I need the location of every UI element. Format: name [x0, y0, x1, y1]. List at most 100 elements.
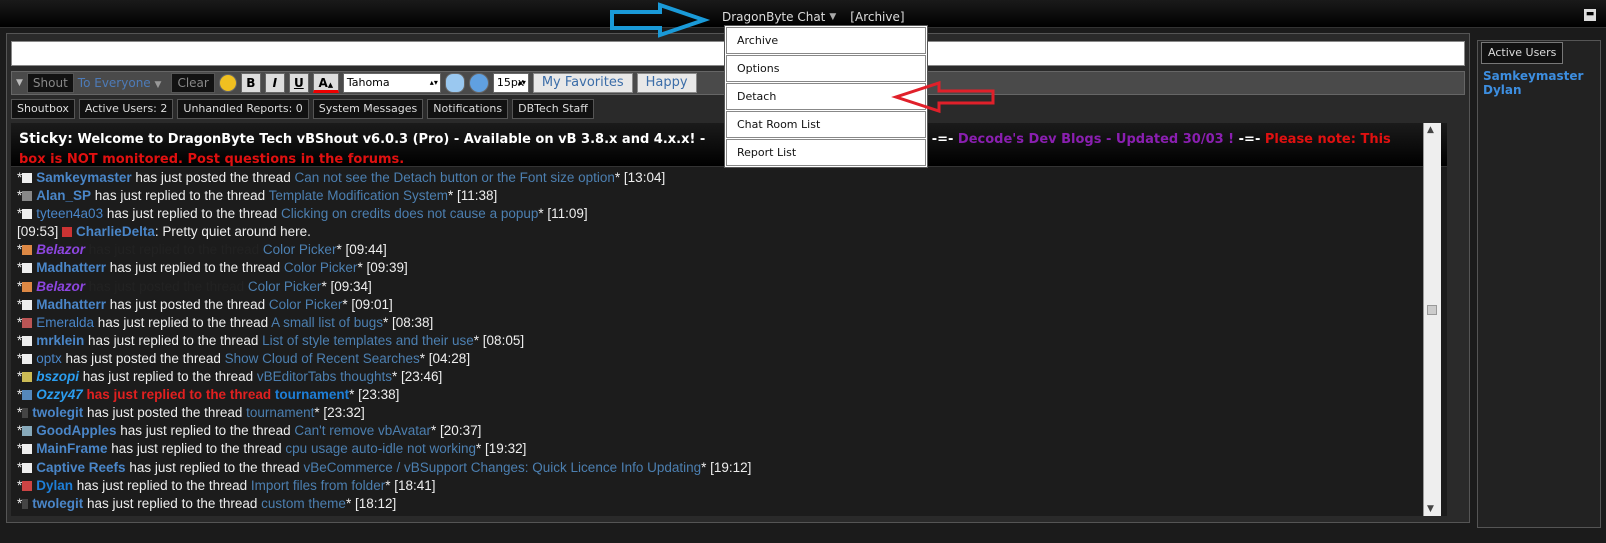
message-user[interactable]: Dylan — [36, 478, 73, 493]
message-action: has just replied to the thread — [82, 387, 275, 403]
avatar — [22, 281, 33, 292]
message-user[interactable]: optx — [36, 351, 62, 366]
target-label[interactable]: To Everyone — [78, 76, 151, 90]
message-user[interactable]: Belazor — [36, 279, 85, 294]
chat-title-text[interactable]: DragonByte Chat — [722, 10, 825, 24]
message-time: * [19:32] — [476, 441, 527, 457]
message-thread-link[interactable]: vBeCommerce / vBSupport Changes: Quick L… — [303, 460, 701, 475]
sticky-welcome: Welcome to DragonByte Tech vBShout v6.0.… — [77, 132, 706, 147]
scroll-down-icon[interactable]: ▼ — [1427, 504, 1434, 514]
tab-active-users-side[interactable]: Active Users — [1481, 42, 1564, 64]
chevron-down-icon[interactable]: ▼ — [829, 12, 836, 22]
target-select[interactable]: To Everyone ▼ — [78, 76, 162, 90]
shout-button[interactable]: Shout — [26, 73, 74, 93]
message-user[interactable]: Samkeymaster — [36, 170, 131, 185]
my-favorites-button[interactable]: My Favorites — [532, 73, 633, 93]
message-user[interactable]: mrklein — [36, 333, 84, 348]
tab-system-messages[interactable]: System Messages — [312, 99, 424, 119]
font-name-select[interactable]: Tahoma ▴▾ — [342, 73, 441, 93]
chat-title[interactable]: DragonByte Chat ▼ [Archive] — [722, 10, 905, 24]
message-thread-link[interactable]: Show Cloud of Recent Searches — [225, 351, 420, 366]
tab-active-users[interactable]: Active Users: 2 — [78, 99, 174, 119]
active-users-panel: Active Users Samkeymaster Dylan — [1477, 40, 1601, 528]
message-thread-link[interactable]: tournament — [246, 405, 314, 420]
message-user[interactable]: Madhatterr — [36, 260, 106, 275]
message-thread-link[interactable]: Color Picker — [263, 242, 337, 257]
chat-bubble-icon[interactable] — [444, 73, 465, 93]
message-time: * [19:12] — [701, 459, 752, 475]
tab-notifications[interactable]: Notifications — [427, 99, 509, 119]
message-user[interactable]: CharlieDelta — [76, 224, 155, 239]
minus-icon[interactable]: ▬ — [1584, 9, 1596, 21]
message-user[interactable]: twolegit — [32, 405, 83, 420]
message-time: * [23:46] — [391, 369, 443, 385]
message-row: * Madhatterr has just replied to the thre… — [17, 259, 1447, 277]
happy-button[interactable]: Happy — [636, 73, 697, 93]
chevron-down-icon[interactable]: ▼ — [155, 80, 162, 90]
message-thread-link[interactable]: vBEditorTabs thoughts — [257, 369, 392, 384]
message-thread-link[interactable]: Color Picker — [248, 279, 322, 294]
active-user[interactable]: Dylan — [1483, 83, 1583, 97]
message-action: has just posted the thread — [61, 350, 225, 366]
chat-title-bar: DragonByte Chat ▼ [Archive] ▬ — [0, 0, 1606, 28]
message-thread-link[interactable]: Clicking on credits does not cause a pop… — [281, 206, 538, 221]
message-user[interactable]: twolegit — [32, 496, 83, 511]
message-time: * [04:28] — [419, 350, 471, 366]
message-thread-link[interactable]: Color Picker — [269, 297, 343, 312]
message-thread-link[interactable]: Can not see the Detach button or the Fon… — [294, 170, 614, 185]
archive-link[interactable]: [Archive] — [850, 10, 904, 24]
message-thread-link[interactable]: tournament — [275, 387, 349, 402]
message-action: has just replied to the thread — [91, 188, 269, 204]
chat-scrollbar[interactable]: ▲ ▼ — [1423, 123, 1441, 516]
message-thread-link[interactable]: custom theme — [261, 496, 346, 511]
message-user[interactable]: MainFrame — [36, 441, 107, 456]
active-user[interactable]: Samkeymaster — [1483, 69, 1583, 83]
message-time: * [09:34] — [321, 278, 372, 294]
message-action: has just replied to the thread — [84, 332, 263, 348]
menu-item-options[interactable]: Options — [726, 55, 926, 82]
message-action: has just replied to the thread — [85, 242, 263, 258]
message-thread-link[interactable]: cpu usage auto-idle not working — [285, 441, 476, 456]
avatar — [22, 408, 29, 419]
underline-button[interactable]: U — [288, 73, 309, 93]
message-user[interactable]: Alan_SP — [36, 188, 91, 203]
message-thread-link[interactable]: Import files from folder — [251, 478, 385, 493]
message-user[interactable]: bszopi — [36, 369, 79, 384]
bold-button[interactable]: B — [240, 73, 261, 93]
message-user[interactable]: Ozzy47 — [36, 387, 83, 402]
message-action: has just replied to the thread — [125, 459, 304, 475]
message-thread-link[interactable]: A small list of bugs — [271, 315, 383, 330]
menu-item-chat-room-list[interactable]: Chat Room List — [726, 111, 926, 138]
scroll-thumb[interactable] — [1427, 305, 1437, 315]
font-size-select[interactable]: 15px ▴▾ — [492, 73, 529, 93]
menu-item-report-list[interactable]: Report List — [726, 139, 926, 166]
sticky-sep-2: -=- — [1234, 132, 1265, 147]
message-user[interactable]: Captive Reefs — [36, 460, 125, 475]
italic-button[interactable]: I — [264, 73, 285, 93]
tab-dbtech-staff[interactable]: DBTech Staff — [512, 99, 594, 119]
message-user[interactable]: GoodApples — [36, 423, 116, 438]
message-row: * Alan_SP has just replied to the thread … — [17, 187, 1447, 205]
message-thread-link[interactable]: Color Picker — [284, 260, 358, 275]
message-user[interactable]: Belazor — [36, 242, 85, 257]
message-thread-link[interactable]: List of style templates and their use — [262, 333, 474, 348]
chevron-down-icon[interactable]: ▼ — [16, 78, 23, 88]
active-users-list: Samkeymaster Dylan — [1483, 69, 1583, 97]
clear-button[interactable]: Clear — [171, 73, 215, 93]
message-time: * [23:32] — [314, 405, 365, 421]
menu-item-archive[interactable]: Archive — [726, 27, 926, 54]
scroll-up-icon[interactable]: ▲ — [1427, 125, 1434, 135]
tab-unhandled-reports[interactable]: Unhandled Reports: 0 — [177, 99, 309, 119]
message-user[interactable]: Madhatterr — [36, 297, 106, 312]
font-color-button[interactable]: A▲ — [312, 73, 339, 93]
smiley-icon[interactable] — [218, 74, 237, 92]
message-thread-link[interactable]: Template Modification System — [269, 188, 448, 203]
sound-icon[interactable] — [468, 73, 489, 93]
tab-shoutbox[interactable]: Shoutbox — [11, 99, 75, 119]
avatar — [22, 335, 33, 346]
sticky-dev-blogs-link[interactable]: Decode's Dev Blogs - Updated 30/03 ! — [958, 132, 1234, 147]
message-user[interactable]: tyteen4a03 — [36, 206, 103, 221]
message-user[interactable]: Emeralda — [36, 315, 94, 330]
menu-item-detach[interactable]: Detach — [726, 83, 926, 110]
message-thread-link[interactable]: Can't remove vbAvatar — [294, 423, 431, 438]
